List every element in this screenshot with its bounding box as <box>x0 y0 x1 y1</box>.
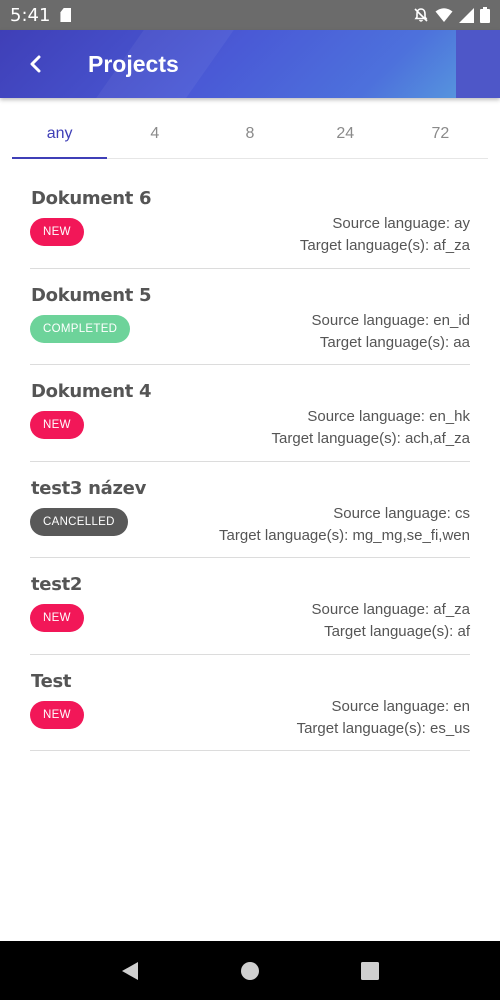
language-info: Source language: cs Target language(s): … <box>219 503 470 547</box>
language-info: Source language: en_id Target language(s… <box>312 310 470 354</box>
square-recents-icon <box>361 961 379 980</box>
project-name: Dokument 4 <box>31 381 152 402</box>
nav-back-button[interactable] <box>110 951 150 991</box>
circle-home-icon <box>241 961 259 980</box>
project-row[interactable]: Dokument 4 NEW Source language: en_hk Ta… <box>30 365 470 462</box>
triangle-back-icon <box>122 961 138 980</box>
status-bar: 5:41 <box>0 0 500 30</box>
arrow-back-icon <box>30 55 41 73</box>
sd-card-icon <box>60 8 72 22</box>
project-row[interactable]: test2 NEW Source language: af_za Target … <box>30 558 470 655</box>
source-language: Source language: en <box>331 697 470 715</box>
app-bar-edge <box>456 30 500 98</box>
status-badge: NEW <box>30 604 84 632</box>
project-row[interactable]: Dokument 6 NEW Source language: ay Targe… <box>30 172 470 269</box>
cell-signal-icon <box>459 7 474 23</box>
page-title: Projects <box>88 50 179 77</box>
tab-8[interactable]: 8 <box>202 112 297 158</box>
language-info: Source language: af_za Target language(s… <box>312 599 470 643</box>
target-languages: Target language(s): mg_mg,se_fi,wen <box>219 526 470 544</box>
status-badge: COMPLETED <box>30 314 131 343</box>
target-languages: Target language(s): af <box>324 623 470 640</box>
source-language: Source language: af_za <box>311 601 470 618</box>
project-name: test2 <box>31 574 83 595</box>
status-badge: NEW <box>30 411 84 439</box>
status-badge: NEW <box>30 700 84 729</box>
project-row[interactable]: test3 název CANCELLED Source language: c… <box>30 462 470 558</box>
target-languages: Target language(s): es_us <box>296 719 470 737</box>
project-name: Dokument 6 <box>31 188 152 209</box>
source-language: Source language: en_hk <box>307 408 470 425</box>
status-badge: CANCELLED <box>30 507 128 536</box>
nav-recents-button[interactable] <box>350 951 390 991</box>
language-info: Source language: en_hk Target language(s… <box>272 406 470 450</box>
time-filter-tabs: any 4 8 24 72 <box>12 112 488 159</box>
battery-icon <box>480 7 490 23</box>
language-info: Source language: en Target language(s): … <box>297 696 470 740</box>
source-language: Source language: ay <box>332 215 470 232</box>
back-button[interactable] <box>0 30 72 98</box>
project-list: Dokument 6 NEW Source language: ay Targe… <box>30 172 470 751</box>
wifi-icon <box>435 8 453 22</box>
project-name: Test <box>31 670 72 692</box>
tab-4[interactable]: 4 <box>107 112 202 158</box>
project-row[interactable]: Dokument 5 COMPLETED Source language: en… <box>30 269 470 365</box>
nav-home-button[interactable] <box>230 951 270 991</box>
tab-24[interactable]: 24 <box>298 112 393 158</box>
status-time: 5:41 <box>10 4 51 26</box>
project-name: test3 název <box>31 477 147 499</box>
bell-off-icon <box>414 8 428 22</box>
project-row[interactable]: Test NEW Source language: en Target lang… <box>30 655 470 751</box>
app-bar: Projects <box>0 30 500 98</box>
source-language: Source language: cs <box>333 504 470 522</box>
target-languages: Target language(s): ach,af_za <box>271 430 470 447</box>
status-icons <box>413 7 490 23</box>
tab-any[interactable]: any <box>12 112 108 159</box>
project-name: Dokument 5 <box>31 284 152 306</box>
target-languages: Target language(s): aa <box>319 333 470 351</box>
source-language: Source language: en_id <box>311 311 470 329</box>
status-badge: NEW <box>30 218 84 246</box>
target-languages: Target language(s): af_za <box>299 237 470 254</box>
language-info: Source language: ay Target language(s): … <box>300 213 470 257</box>
system-nav-bar <box>0 941 500 1000</box>
tab-72[interactable]: 72 <box>393 112 488 158</box>
